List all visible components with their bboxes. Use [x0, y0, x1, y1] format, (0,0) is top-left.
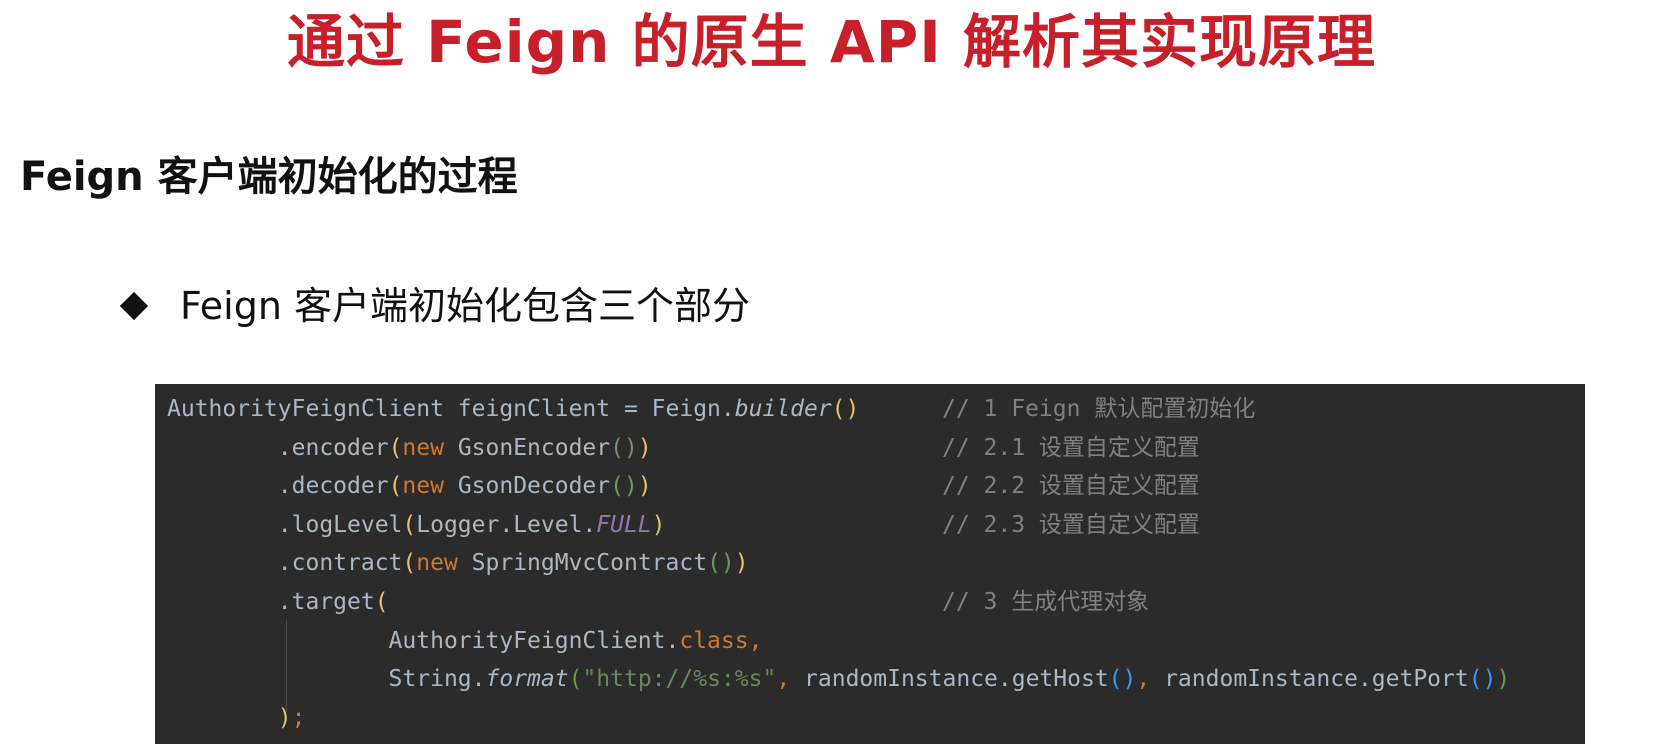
code-token: ()	[1108, 666, 1137, 693]
code-token: ()	[1468, 666, 1497, 693]
code-token: class	[679, 627, 749, 654]
code-token: GsonDecoder	[457, 473, 611, 500]
code-token: )	[277, 704, 292, 731]
code-token: ()	[831, 396, 860, 422]
code-line: .encoder(new GsonEncoder()) // 2.1 设置自定义配…	[167, 429, 1585, 468]
code-token: .decoder	[167, 473, 389, 500]
code-token: SpringMvcContract	[471, 550, 708, 577]
code-token: (	[388, 473, 403, 500]
code-token: Logger.Level.	[416, 511, 597, 538]
section-heading: Feign 客户端初始化的过程	[20, 154, 518, 200]
code-comment: // 3 生成代理对象	[942, 588, 1150, 615]
code-token: (	[374, 588, 389, 615]
code-token: randomInstance.getHost	[804, 666, 1109, 693]
code-line: .target( // 3 生成代理对象	[167, 583, 1585, 622]
code-token: )	[734, 550, 749, 577]
code-token: new	[402, 473, 458, 500]
code-token: format	[485, 666, 569, 693]
code-token: .contract	[167, 550, 403, 577]
slide-title: 通过 Feign 的原生 API 解析其实现原理	[286, 8, 1377, 76]
code-token: randomInstance.getPort	[1164, 666, 1469, 693]
code-comment: // 2.3 设置自定义配置	[942, 511, 1200, 538]
code-token: ()	[707, 550, 735, 577]
code-token: ,	[776, 666, 805, 693]
code-token: (	[402, 550, 417, 577]
code-token: .logLevel	[167, 511, 403, 538]
code-line: .decoder(new GsonDecoder()) // 2.2 设置自定义配…	[167, 467, 1585, 506]
code-token: AuthorityFeignClient feignClient = Feign…	[167, 396, 735, 422]
code-line: AuthorityFeignClient.class,	[167, 622, 1585, 661]
code-comment: // 2.1 设置自定义配置	[942, 434, 1200, 461]
code-comment: // 2.2 设置自定义配置	[942, 473, 1200, 500]
code-line: AuthorityFeignClient feignClient = Feign…	[167, 390, 1585, 429]
indent-guide	[286, 620, 287, 712]
code-token: ,	[1136, 666, 1165, 693]
code-comment: // 1 Feign 默认配置初始化	[942, 396, 1256, 422]
code-token: )	[651, 511, 666, 538]
code-token: ()	[610, 434, 638, 461]
code-token: .target	[167, 588, 375, 615]
code-token: (	[568, 666, 583, 693]
code-line: );	[167, 699, 1585, 738]
code-line: String.format("http://%s:%s", randomInst…	[167, 660, 1585, 699]
code-token: (	[402, 511, 417, 538]
code-token: builder	[734, 396, 832, 422]
bullet-item: Feign 客户端初始化包含三个部分	[118, 280, 750, 332]
code-token: )	[1496, 666, 1511, 693]
code-token: String.	[167, 666, 486, 693]
diamond-bullet-icon	[119, 291, 149, 321]
code-token: )	[637, 434, 652, 461]
code-token: ;	[291, 704, 306, 731]
code-token: new	[402, 434, 458, 461]
code-token: GsonEncoder	[457, 434, 611, 461]
code-token: FULL	[596, 511, 652, 538]
code-token: .encoder	[167, 434, 389, 461]
code-line: .contract(new SpringMvcContract())	[167, 544, 1585, 583]
bullet-text: Feign 客户端初始化包含三个部分	[180, 284, 751, 328]
code-token: ()	[610, 473, 638, 500]
code-token: AuthorityFeignClient.	[167, 627, 680, 654]
code-token: ,	[748, 627, 763, 654]
code-block: AuthorityFeignClient feignClient = Feign…	[155, 384, 1585, 744]
code-token: "http://%s:%s"	[582, 666, 777, 693]
code-token: new	[416, 550, 472, 577]
code-token: )	[637, 473, 652, 500]
code-token: (	[388, 434, 403, 461]
code-line: .logLevel(Logger.Level.FULL) // 2.3 设置自定义…	[167, 506, 1585, 545]
code-lines: AuthorityFeignClient feignClient = Feign…	[167, 390, 1585, 737]
